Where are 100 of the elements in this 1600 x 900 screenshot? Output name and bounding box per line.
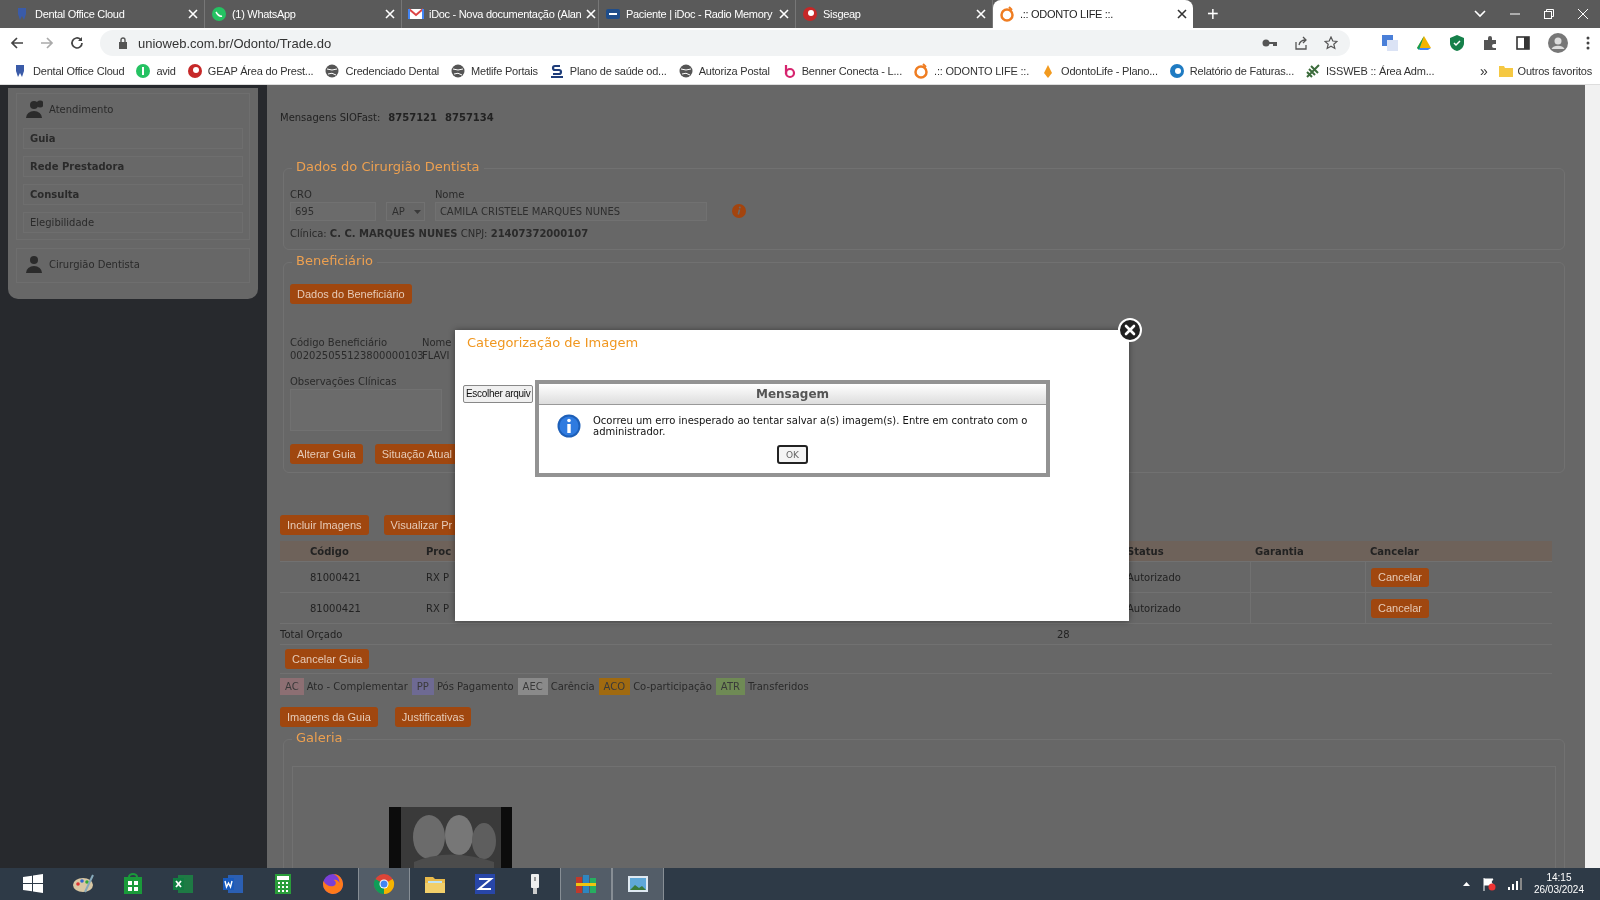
action-button[interactable]: Incluir Imagens (280, 515, 369, 535)
table-cell-text: RX P (425, 602, 450, 614)
field-label: Nome (434, 189, 466, 200)
messages-label: Mensagens SIOFast: (280, 112, 381, 123)
action-button[interactable]: Alterar Guia (290, 444, 363, 464)
field-label: Observações Clínicas (290, 376, 397, 387)
action-button[interactable]: Imagens da Guia (280, 707, 378, 727)
table-cell-text: 81000421 (309, 602, 362, 614)
bookmark[interactable]: Credenciado Dental (324, 63, 440, 79)
books-icon[interactable] (560, 867, 612, 900)
column-header: Status (1126, 545, 1165, 557)
close-icon[interactable] (1177, 9, 1187, 19)
leaf-icon (1305, 63, 1321, 79)
legend-label: Pós Pagamento (436, 681, 514, 692)
tab-title: iDoc - Nova documentação (Alan (429, 8, 582, 20)
scrollbar[interactable] (1585, 85, 1600, 868)
person-icon (25, 255, 43, 273)
bookmark[interactable]: Autoriza Postal (677, 63, 770, 79)
share-icon[interactable] (1294, 36, 1308, 50)
bookmark[interactable]: OdontoLife - Plano... (1040, 63, 1158, 79)
back-icon[interactable] (10, 36, 24, 50)
bookmark[interactable]: GEAP Área do Prest... (186, 63, 314, 79)
message-text: Ocorreu um erro inesperado ao tentar salvar a(s) imagem(s). Entre em contrato com o administrador. (593, 415, 1029, 437)
section-title: Dados do Cirurgião Dentista (292, 159, 484, 174)
status-tag: ATR (715, 678, 745, 695)
bookmark[interactable]: Metlife Portais (450, 63, 538, 79)
column-header: Código (309, 545, 350, 557)
bookmark[interactable]: Relatório de Faturas... (1168, 63, 1294, 79)
legend-label: Transferidos (747, 681, 809, 692)
clock[interactable]: 14:15 26/03/2024 (1533, 872, 1600, 896)
key-icon[interactable] (1262, 38, 1278, 48)
message-number: 8757121 (388, 112, 438, 123)
caret-icon (413, 209, 421, 214)
triangle-icon[interactable] (1416, 35, 1432, 51)
star-icon[interactable] (1324, 36, 1338, 50)
more-bookmarks-button[interactable]: » (1479, 63, 1488, 79)
globe-icon (677, 63, 694, 79)
cancel-guide-button[interactable]: Cancelar Guia (285, 649, 370, 669)
signal-icon[interactable] (1507, 878, 1522, 890)
status-tag: AC (280, 678, 304, 695)
tab-title: Sisgeap (823, 8, 862, 20)
tab-title: .:: ODONTO LIFE ::. (1020, 8, 1115, 20)
ok-button[interactable]: OK (777, 445, 808, 464)
puzzle-icon[interactable] (1482, 35, 1498, 51)
legend-label: Ato - Complementar (306, 681, 408, 692)
bookmark[interactable]: .:: ODONTO LIFE ::. (913, 63, 1030, 79)
table-cell-text: 28 (1056, 628, 1071, 640)
bookmark[interactable]: avid (135, 63, 176, 79)
chevron-down-icon[interactable] (1474, 10, 1486, 18)
avatar-icon[interactable] (1548, 33, 1568, 53)
person-icon (25, 100, 43, 118)
bookmark[interactable]: Benner Conecta - L... (780, 63, 903, 79)
field-value: 002025055123800000103 (290, 350, 422, 361)
photo-viewer-icon[interactable] (612, 867, 664, 900)
column-header: Cancelar (1369, 545, 1421, 557)
status-tag: PP (411, 678, 434, 695)
cancel-button[interactable]: Cancelar (1371, 567, 1430, 587)
status-tag: ACO (598, 678, 631, 695)
table-cell-text: 81000421 (309, 571, 362, 583)
browser-icon[interactable] (358, 867, 410, 900)
address-field[interactable]: unioweb.com.br/Odonto/Trade.do (100, 30, 1350, 56)
bookmark[interactable]: Dental Office Cloud (12, 63, 125, 79)
bookmark-folder[interactable]: Outros favoritos (1498, 65, 1592, 77)
lock-icon (118, 37, 128, 49)
tab-title: Dental Office Cloud (35, 8, 126, 20)
field-value: FLAVI (422, 350, 451, 361)
globe-icon (324, 63, 341, 79)
beneficiary-button[interactable]: Dados do Beneficiário (290, 284, 412, 304)
action-button[interactable]: Justificativas (394, 707, 472, 727)
info-icon (557, 414, 581, 438)
column-header: Proc (425, 545, 453, 557)
field-label: CRO (290, 189, 313, 200)
folder-icon (1498, 65, 1513, 77)
cancel-button[interactable]: Cancelar (1371, 598, 1430, 618)
s-logo-icon (548, 63, 565, 79)
reload-icon[interactable] (70, 36, 84, 50)
message-number: 8757134 (445, 112, 494, 123)
tab-title: Paciente | iDoc - Radio Memory (626, 8, 774, 20)
shield-icon[interactable] (1450, 35, 1464, 51)
dialog-title: Categorização de Imagem (467, 335, 640, 350)
chevron-up-icon[interactable] (1462, 882, 1470, 886)
section-title: Beneficiário (292, 253, 377, 268)
bookmark[interactable]: ISSWEB :: Área Adm... (1305, 63, 1435, 79)
side-panel-icon[interactable] (1516, 36, 1530, 50)
translate-icon[interactable] (1382, 35, 1398, 51)
legend-label: Co-participação (633, 681, 712, 692)
table-cell-text: Autorizado (1126, 571, 1182, 583)
restore-icon[interactable] (1544, 9, 1554, 19)
field-label: Nome (422, 337, 452, 348)
section-title: Galeria (292, 730, 347, 745)
more-icon[interactable] (1586, 36, 1590, 50)
new-tab-button[interactable]: + (1207, 2, 1219, 26)
flag-icon[interactable] (1481, 877, 1496, 891)
browser-tab[interactable]: .:: ODONTO LIFE ::. (993, 0, 1193, 28)
ring-icon (913, 63, 930, 79)
table-cell-text: Total Orçado (280, 628, 344, 640)
column-header: Garantia (1254, 545, 1305, 557)
choose-file-button[interactable]: Escolher arquiv (463, 385, 534, 403)
circle-logo-icon (1168, 63, 1185, 79)
bookmark[interactable]: Plano de saúde od... (548, 63, 667, 79)
